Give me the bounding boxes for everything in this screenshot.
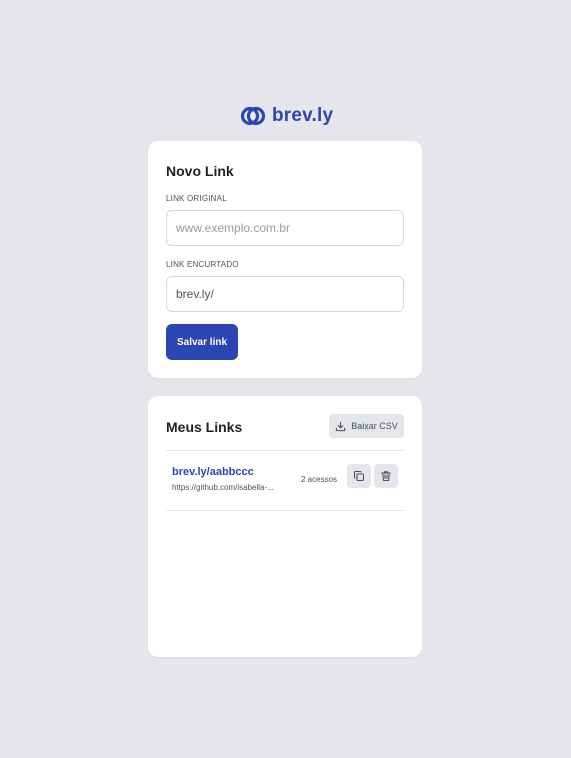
linked-rings-icon	[240, 104, 266, 128]
save-link-button[interactable]: Salvar link	[166, 324, 238, 360]
logo-text: brev.ly	[272, 105, 334, 126]
short-link-input[interactable]	[166, 276, 404, 312]
my-links-title: Meus Links	[166, 419, 243, 435]
app-logo: brev.ly	[240, 104, 333, 128]
new-link-card: Novo Link LINK ORIGINAL LINK ENCURTADO S…	[148, 141, 422, 378]
original-link-input[interactable]	[166, 210, 404, 246]
download-csv-label: Baixar CSV	[351, 421, 398, 431]
original-link-url: https://github.com/isabella-...	[172, 483, 274, 492]
trash-icon	[380, 470, 392, 482]
link-list-item: brev.ly/aabbccc https://github.com/isabe…	[166, 451, 404, 510]
download-csv-button[interactable]: Baixar CSV	[329, 414, 404, 438]
my-links-card: Meus Links Baixar CSV brev.ly/aabbccc ht…	[148, 396, 422, 657]
copy-link-button[interactable]	[347, 464, 371, 488]
short-link-url[interactable]: brev.ly/aabbccc	[172, 466, 254, 478]
list-divider	[166, 510, 404, 511]
copy-icon	[353, 470, 365, 482]
new-link-title: Novo Link	[166, 163, 234, 179]
short-link-label: LINK ENCURTADO	[166, 260, 239, 269]
original-link-label: LINK ORIGINAL	[166, 194, 227, 203]
delete-link-button[interactable]	[374, 464, 398, 488]
access-count: 2 acessos	[301, 475, 338, 484]
download-icon	[335, 421, 346, 432]
page: brev.ly Novo Link LINK ORIGINAL LINK ENC…	[0, 0, 571, 758]
